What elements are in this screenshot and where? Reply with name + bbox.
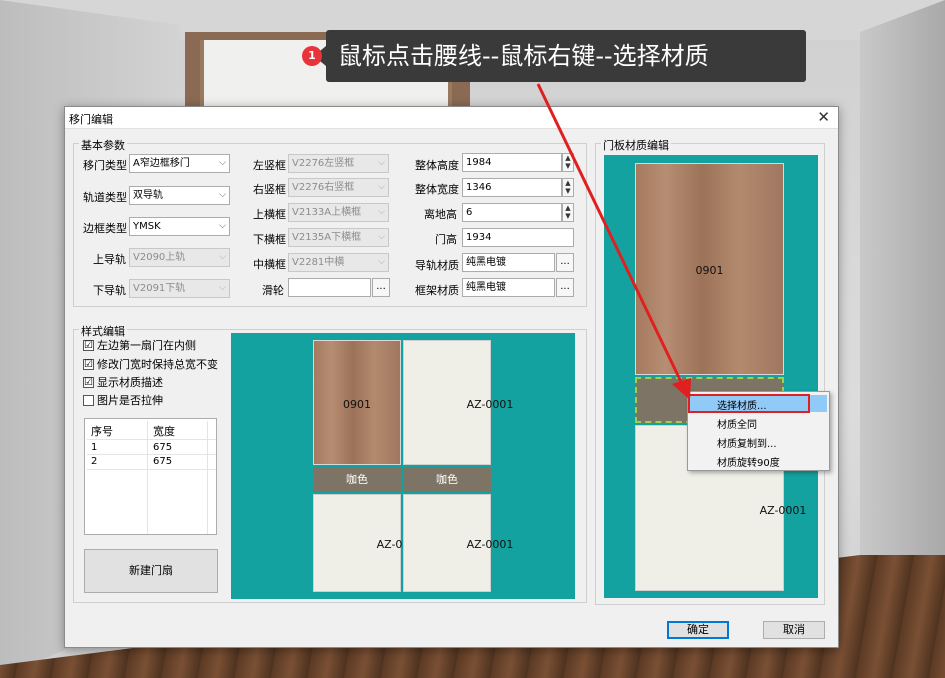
stretch-image-checkbox[interactable]: 图片是否拉伸 [83,392,163,408]
frame-material-field[interactable]: 纯黑电镀 [462,278,555,297]
rail-material-field[interactable]: 纯黑电镀 [462,253,555,272]
table-cell: 675 [153,442,173,453]
door-width-table[interactable]: 序号 宽度 1 675 2 675 [84,418,217,535]
left-frame-label: 左竖框 [253,159,286,172]
door2-bottom-panel[interactable]: AZ-0001 [403,494,513,592]
door-type-select[interactable]: A窄边框移门 ⌵ [129,154,230,173]
checkbox-box: ☑ [83,358,94,370]
cancel-button[interactable]: 取消 [763,621,825,639]
rail-material-browse-button[interactable]: ... [556,253,574,272]
frame-material-label: 框架材质 [415,284,459,297]
table-cell: 2 [91,456,98,467]
pulley-browse-button[interactable]: ... [372,278,390,297]
pulley-field[interactable] [288,278,371,297]
chevron-down-icon: ⌵ [378,182,385,192]
highlight-box [688,394,810,413]
total-height-field[interactable]: 1984 [462,153,562,172]
basic-params-label: 基本参数 [79,137,127,153]
right-frame-select[interactable]: V2276右竖框 ⌵ [288,178,389,197]
top-frame-label: 上横框 [253,208,286,221]
instruction-tooltip: 鼠标点击腰线--鼠标右键--选择材质 [326,30,806,82]
new-door-button[interactable]: 新建门扇 [84,549,218,593]
chevron-down-icon: ⌵ [378,257,385,267]
chevron-down-icon: ⌵ [219,158,226,168]
dialog-title: 移门编辑 [69,113,113,126]
left-frame-select[interactable]: V2276左竖框 ⌵ [288,154,389,173]
table-cell: 675 [153,456,173,467]
total-height-label: 整体高度 [415,159,459,172]
bottom-frame-select[interactable]: V2135A下横框 ⌵ [288,228,389,247]
total-height-spinner[interactable]: ▲ ▼ [562,153,574,172]
top-rail-select[interactable]: V2090上轨 ⌵ [129,248,230,267]
door-type-label: 移门类型 [83,159,127,172]
checkbox-box: ☑ [83,376,94,388]
chevron-down-icon: ⌵ [219,283,226,293]
track-type-select[interactable]: 双导轨 ⌵ [129,186,230,205]
menu-item-copy-material[interactable]: 材质复制到... [717,435,777,450]
frame-type-label: 边框类型 [83,222,127,235]
ok-button[interactable]: 确定 [667,621,729,639]
mid-frame-select[interactable]: V2281中横 ⌵ [288,253,389,272]
chevron-down-icon: ⌵ [378,207,385,217]
door-height-label: 门高 [435,233,457,246]
menu-item-rotate-material[interactable]: 材质旋转90度 [717,454,780,469]
bottom-rail-select[interactable]: V2091下轨 ⌵ [129,279,230,298]
frame-material-browse-button[interactable]: ... [556,278,574,297]
show-material-desc-checkbox[interactable]: ☑ 显示材质描述 [83,374,163,390]
keep-total-width-checkbox[interactable]: ☑ 修改门宽时保持总宽不变 [83,356,218,372]
checkbox-box [83,394,94,406]
mid-frame-label: 中横框 [253,258,286,271]
top-frame-select[interactable]: V2133A上横框 ⌵ [288,203,389,222]
table-cell: 1 [91,442,98,453]
ground-height-field[interactable]: 6 [462,203,562,222]
door2-waist-belt[interactable]: 咖色 [403,467,491,492]
frame-type-select[interactable]: YMSK ⌵ [129,217,230,236]
chevron-down-icon: ⌵ [219,252,226,262]
chevron-down-icon: ⌵ [378,232,385,242]
menu-item-same-material[interactable]: 材质全同 [717,416,757,431]
ground-height-spinner[interactable]: ▲ ▼ [562,203,574,222]
pulley-label: 滑轮 [262,284,284,297]
total-width-spinner[interactable]: ▲ ▼ [562,178,574,197]
bottom-frame-label: 下横框 [253,233,286,246]
close-icon[interactable]: ✕ [817,108,830,126]
total-width-label: 整体宽度 [415,183,459,196]
material-top-panel[interactable]: 0901 [635,163,784,375]
step-badge: 1 [302,46,322,66]
checkbox-box: ☑ [83,339,94,351]
top-rail-label: 上导轨 [93,253,126,266]
title-bar: 移门编辑 ✕ [65,107,838,129]
track-type-label: 轨道类型 [83,191,127,204]
chevron-down-icon: ⌵ [219,190,226,200]
col-header-index: 序号 [91,425,113,438]
inner-first-door-checkbox[interactable]: ☑ 左边第一扇门在内侧 [83,337,196,353]
bottom-rail-label: 下导轨 [93,284,126,297]
door-height-field[interactable]: 1934 [462,228,574,247]
door1-top-panel[interactable]: 0901 [313,340,401,465]
chevron-down-icon: ⌵ [219,221,226,231]
chevron-down-icon: ⌵ [378,158,385,168]
material-editor-label: 门板材质编辑 [601,137,671,153]
col-header-width: 宽度 [153,425,175,438]
door1-bottom-panel[interactable]: AZ-0001 [313,494,423,592]
door2-top-panel[interactable]: AZ-0001 [403,340,513,465]
rail-material-label: 导轨材质 [415,259,459,272]
total-width-field[interactable]: 1346 [462,178,562,197]
right-frame-label: 右竖框 [253,183,286,196]
door1-waist-belt[interactable]: 咖色 [313,467,401,492]
sliding-door-editor-dialog: 移门编辑 ✕ 基本参数 移门类型 A窄边框移门 ⌵ 轨道类型 双导轨 ⌵ 边框类型 … [64,106,839,648]
ground-height-label: 离地高 [424,208,457,221]
